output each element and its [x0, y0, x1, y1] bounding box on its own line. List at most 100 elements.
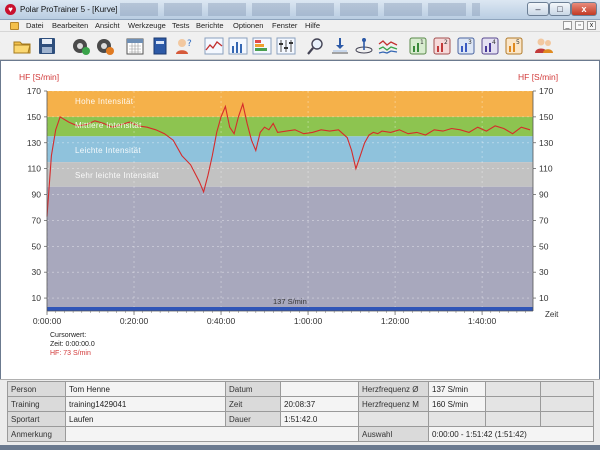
datum-label: Datum — [225, 381, 281, 397]
dauer-value[interactable]: 1:51:42.0 — [280, 411, 359, 427]
cursor-time: Zeit: 0:00:00.0 — [50, 341, 95, 348]
svg-text:2: 2 — [444, 39, 448, 46]
sportart-value[interactable]: Laufen — [65, 411, 226, 427]
menu-optionen[interactable]: Optionen — [233, 21, 263, 30]
svg-text:5: 5 — [516, 39, 520, 46]
report-5-icon[interactable]: 5 — [504, 36, 524, 56]
calendar-icon[interactable] — [125, 36, 145, 56]
y-tick-label-right: 170 — [539, 86, 553, 96]
empty-cell — [540, 396, 594, 412]
empty-cell — [485, 396, 541, 412]
empty-cell — [540, 411, 594, 427]
y-tick-label-right: 150 — [539, 112, 553, 122]
close-button[interactable]: x — [571, 2, 597, 16]
open-folder-icon[interactable] — [12, 36, 32, 56]
y-tick-label: 10 — [32, 293, 42, 303]
menu-hilfe[interactable]: Hilfe — [305, 21, 320, 30]
mdi-restore-button[interactable]: ▫ — [575, 21, 584, 30]
auswahl-value: 0:00:00 - 1:51:42 (1:51:42) — [428, 426, 594, 442]
menu-datei[interactable]: Datei — [26, 21, 44, 30]
zone-label-very-light: Sehr leichte Intensität — [75, 171, 159, 180]
mdi-minimize-button[interactable]: _ — [563, 21, 572, 30]
user-settings-icon[interactable] — [95, 36, 115, 56]
multi-curve-icon[interactable] — [378, 36, 398, 56]
menu-werkzeuge[interactable]: Werkzeuge — [128, 21, 166, 30]
y-tick-label-right: 10 — [539, 293, 549, 303]
person-label: Person — [7, 381, 66, 397]
users-icon[interactable] — [534, 36, 554, 56]
training-value[interactable]: training1429041 — [65, 396, 226, 412]
datum-value[interactable] — [280, 381, 359, 397]
table-row: Training training1429041 Zeit 20:08:37 H… — [7, 396, 594, 412]
training-info-panel: Person Tom Henne Datum Herzfrequenz Ø 13… — [0, 379, 600, 445]
y-tick-label: 90 — [32, 190, 42, 200]
document-folder-icon[interactable] — [10, 22, 19, 30]
exercise-settings-icon[interactable] — [71, 36, 91, 56]
training-info-table: Person Tom Henne Datum Herzfrequenz Ø 13… — [7, 381, 594, 442]
empty-cell — [358, 411, 429, 427]
cursor-title: Cursorwert: — [50, 332, 87, 339]
empty-cell — [485, 411, 541, 427]
equalizer-icon[interactable] — [276, 36, 296, 56]
zeit-value[interactable]: 20:08:37 — [280, 396, 359, 412]
report-1-icon[interactable]: 1 — [408, 36, 428, 56]
diary-book-icon[interactable] — [150, 36, 170, 56]
empty-cell — [485, 381, 541, 397]
cursor-info: Cursorwert: Zeit: 0:00:00.0 HF: 73 S/min — [50, 331, 95, 358]
mdi-close-button[interactable]: x — [587, 21, 596, 30]
x-tick-label: 1:00:00 — [294, 316, 323, 326]
svg-text:1: 1 — [420, 39, 424, 46]
zones-chart-icon[interactable] — [252, 36, 272, 56]
menu-berichte[interactable]: Berichte — [196, 21, 224, 30]
hr-average-label: Herzfrequenz Ø — [358, 381, 429, 397]
report-4-icon[interactable]: 4 — [480, 36, 500, 56]
x-tick-label: 0:00:00 — [33, 316, 62, 326]
y-tick-label: 70 — [32, 215, 42, 225]
svg-text:3: 3 — [468, 39, 472, 46]
svg-text:?: ? — [187, 39, 192, 49]
menu-bar: Datei Bearbeiten Ansicht Werkzeuge Tests… — [0, 20, 600, 32]
table-row: Anmerkung Auswahl 0:00:00 - 1:51:42 (1:5… — [7, 426, 594, 442]
window-title: Polar ProTrainer 5 - [Kurve] — [20, 5, 118, 14]
maximize-button[interactable]: □ — [549, 2, 571, 16]
toolbar: ? 1 2 3 4 5 — [0, 32, 600, 60]
y-tick-label-right: 90 — [539, 190, 549, 200]
y-tick-label: 110 — [27, 164, 41, 174]
report-2-icon[interactable]: 2 — [432, 36, 452, 56]
menu-tests[interactable]: Tests — [172, 21, 190, 30]
save-icon[interactable] — [37, 36, 57, 56]
zone-label-light: Leichte Intensität — [75, 146, 141, 155]
below-zone-area — [47, 186, 533, 311]
y-tick-label: 30 — [32, 267, 42, 277]
minimize-button[interactable]: – — [527, 2, 549, 16]
report-3-icon[interactable]: 3 — [456, 36, 476, 56]
curve-view-icon[interactable] — [204, 36, 224, 56]
x-tick-label: 0:20:00 — [120, 316, 149, 326]
title-bar: ♥ Polar ProTrainer 5 - [Kurve] – □ x — [0, 0, 600, 20]
y-tick-label: 50 — [32, 241, 42, 251]
empty-cell — [540, 381, 594, 397]
marker-icon[interactable] — [354, 36, 374, 56]
person-value[interactable]: Tom Henne — [65, 381, 226, 397]
average-hr-label: 137 S/min — [273, 297, 307, 306]
menu-ansicht[interactable]: Ansicht — [95, 21, 120, 30]
anmerkung-label: Anmerkung — [7, 426, 66, 442]
analyze-icon[interactable] — [330, 36, 350, 56]
zoom-icon[interactable] — [306, 36, 326, 56]
y-tick-label-right: 130 — [539, 138, 553, 148]
x-axis-label: Zeit — [545, 310, 559, 319]
bar-chart-icon[interactable] — [228, 36, 248, 56]
polar-app-icon: ♥ — [5, 4, 16, 15]
x-tick-label: 1:20:00 — [381, 316, 410, 326]
zeit-label: Zeit — [225, 396, 281, 412]
anmerkung-value[interactable] — [65, 426, 359, 442]
menu-fenster[interactable]: Fenster — [272, 21, 297, 30]
hr-max-label: Herzfrequenz M — [358, 396, 429, 412]
menu-bearbeiten[interactable]: Bearbeiten — [52, 21, 88, 30]
curve-panel: 10 30 50 70 90 110 130 150 170 10 30 50 70 90 110 130 1… — [1, 61, 599, 379]
person-help-icon[interactable]: ? — [174, 36, 194, 56]
hr-average-value: 137 S/min — [428, 381, 486, 397]
x-tick-label: 1:40:00 — [468, 316, 497, 326]
zone-label-medium: Mittlere Intensität — [75, 121, 142, 130]
svg-text:4: 4 — [492, 39, 496, 46]
